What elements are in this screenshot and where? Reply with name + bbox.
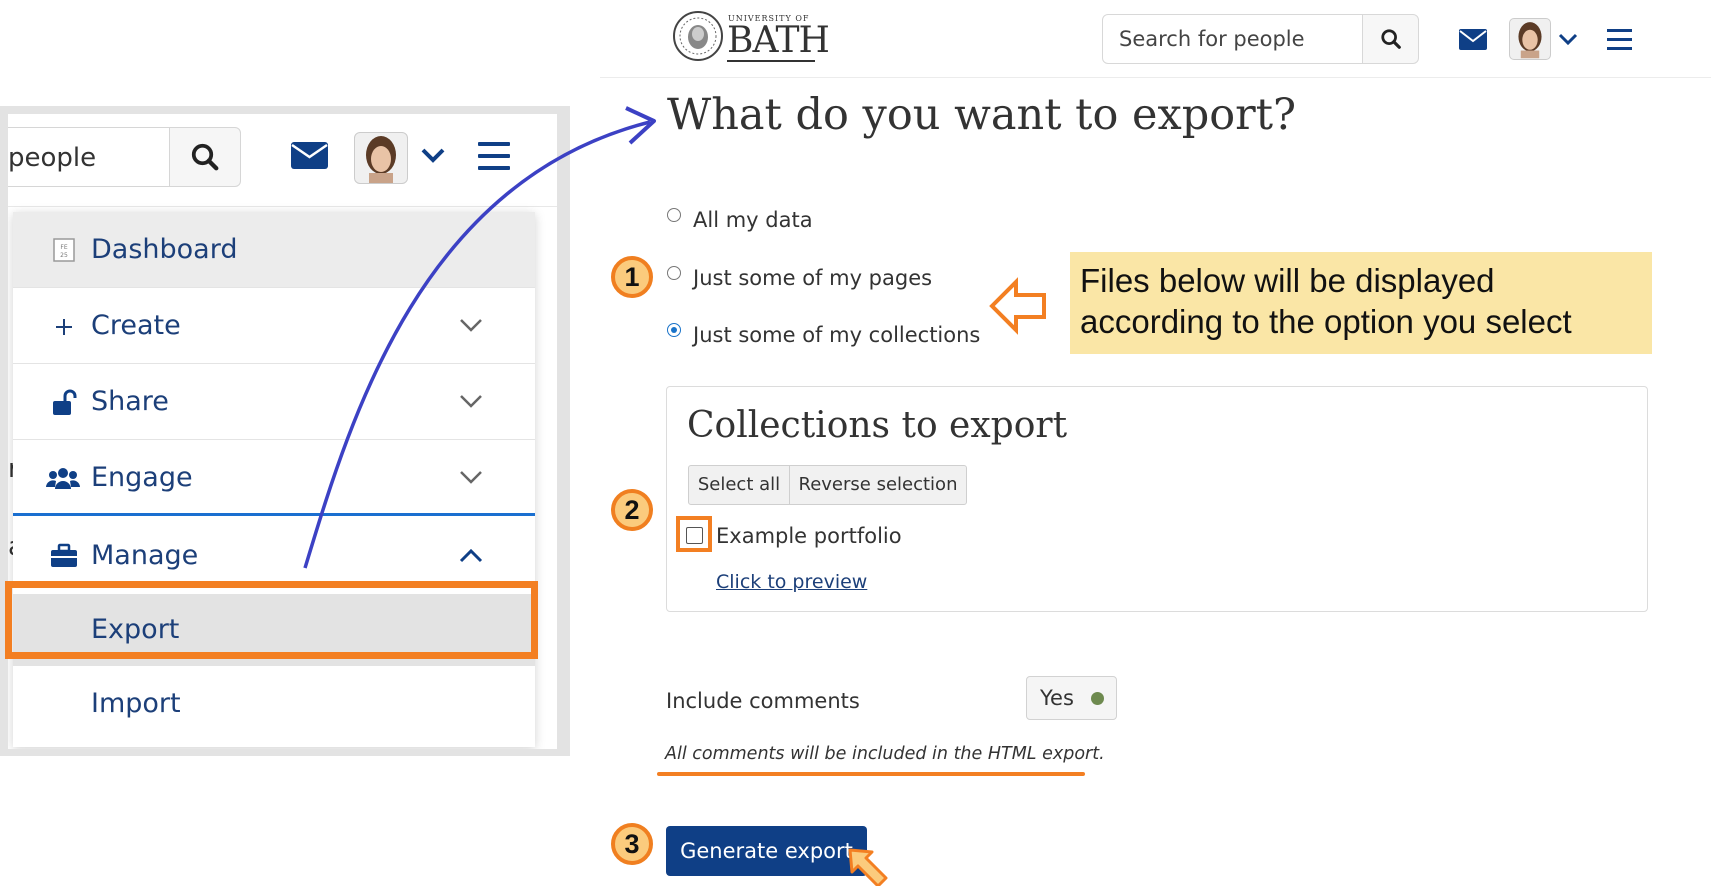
callout-note: Files below will be displayed according … — [1070, 252, 1652, 354]
select-all-button[interactable]: Select all — [688, 465, 790, 505]
pointer-arrow-annotation-icon — [848, 848, 888, 886]
search-button[interactable] — [1362, 14, 1419, 64]
hamburger-menu-icon[interactable] — [1607, 29, 1632, 51]
collections-heading: Collections to export — [687, 405, 1068, 446]
logo-underline — [727, 60, 815, 62]
step-badge-1: 1 — [611, 256, 653, 298]
example-portfolio-checkbox[interactable] — [686, 527, 703, 544]
comments-note-underline — [657, 772, 1085, 776]
search-icon — [1380, 29, 1401, 49]
page-title: What do you want to export? — [667, 90, 1297, 140]
example-portfolio-label[interactable]: Example portfolio — [716, 524, 902, 548]
radio-some-collections-label[interactable]: Just some of my collections — [693, 323, 980, 347]
header-divider — [600, 77, 1711, 78]
search-input[interactable]: Search for people — [1102, 14, 1364, 64]
comments-note: All comments will be included in the HTM… — [665, 744, 1105, 764]
avatar[interactable] — [1509, 18, 1551, 60]
preview-link[interactable]: Click to preview — [716, 571, 867, 593]
logo-text-big: BATH — [727, 20, 830, 61]
radio-some-pages[interactable] — [667, 266, 681, 280]
radio-all-data-label[interactable]: All my data — [693, 208, 813, 232]
toggle-indicator — [1091, 692, 1104, 705]
generate-export-button[interactable]: Generate export — [666, 826, 867, 876]
reverse-selection-button[interactable]: Reverse selection — [789, 465, 967, 505]
university-logo[interactable]: UNIVERSITY OF BATH — [672, 10, 830, 62]
university-crest-icon — [673, 11, 723, 61]
left-arrow-annotation-icon — [989, 277, 1046, 335]
include-comments-label: Include comments — [666, 689, 860, 713]
toggle-value: Yes — [1040, 686, 1074, 710]
include-comments-toggle[interactable]: Yes — [1026, 676, 1117, 720]
radio-some-collections[interactable] — [667, 323, 681, 337]
step-badge-2: 2 — [611, 489, 653, 531]
radio-all-data[interactable] — [667, 208, 681, 222]
step-badge-3: 3 — [611, 823, 653, 865]
radio-some-pages-label[interactable]: Just some of my pages — [693, 266, 932, 290]
mail-icon[interactable] — [1459, 29, 1487, 50]
avatar-image — [1518, 22, 1542, 59]
chevron-down-icon[interactable] — [1558, 33, 1578, 47]
